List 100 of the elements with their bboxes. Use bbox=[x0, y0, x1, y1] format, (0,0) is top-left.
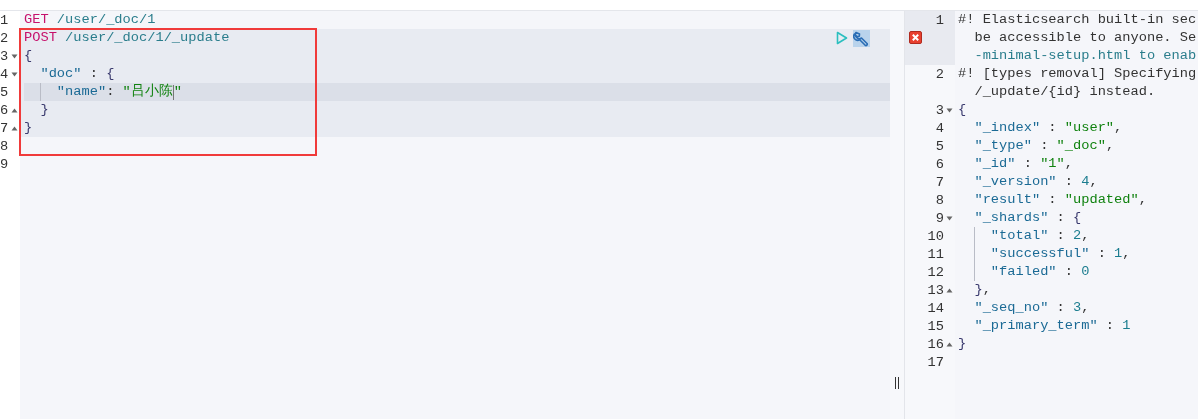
code-colon: : bbox=[1022, 155, 1033, 173]
json-string: "吕小陈 bbox=[122, 83, 173, 101]
code-brace: { bbox=[958, 101, 967, 119]
resize-handle-icon[interactable] bbox=[895, 377, 899, 389]
code-brace: { bbox=[106, 65, 115, 83]
json-number: 1 bbox=[1114, 245, 1123, 263]
line-number: 8 bbox=[0, 138, 9, 154]
json-key: "total" bbox=[990, 227, 1049, 245]
code-colon: : bbox=[88, 65, 99, 83]
request-url: /user/_doc/1 bbox=[55, 11, 156, 29]
code-comma: , bbox=[1122, 245, 1131, 263]
line-number: 13 bbox=[927, 282, 944, 298]
json-number: 4 bbox=[1081, 173, 1090, 191]
json-string: "user" bbox=[1064, 119, 1115, 137]
json-string: "_doc" bbox=[1056, 137, 1106, 155]
code-brace: } bbox=[24, 119, 33, 137]
json-key: "_seq_no" bbox=[974, 299, 1049, 317]
code-colon: : bbox=[106, 83, 116, 101]
code-comment: be accessible to anyone. Se bbox=[974, 29, 1197, 47]
json-key: "_id" bbox=[974, 155, 1016, 173]
line-number: 5 bbox=[935, 138, 944, 154]
code-colon: : bbox=[1055, 227, 1066, 245]
code-comment: #! Elasticsearch built-in sec bbox=[958, 11, 1197, 29]
code-comma: , bbox=[1081, 299, 1090, 317]
line-number: 2 bbox=[0, 30, 9, 46]
line-number: 17 bbox=[927, 354, 944, 370]
code-comma: , bbox=[1138, 191, 1147, 209]
fold-arrow-icon[interactable] bbox=[946, 287, 953, 293]
code-comma: , bbox=[1064, 155, 1074, 173]
json-key: "_primary_term" bbox=[974, 317, 1098, 335]
line-number: 15 bbox=[927, 318, 944, 334]
line-number: 14 bbox=[927, 300, 944, 316]
line-number: 3 bbox=[935, 102, 944, 118]
json-number: 3 bbox=[1073, 299, 1082, 317]
line-number: 1 bbox=[935, 12, 944, 28]
json-key: "_shards" bbox=[974, 209, 1049, 227]
json-string: "updated" bbox=[1064, 191, 1139, 209]
code-brace: { bbox=[1073, 209, 1082, 227]
line-number: 4 bbox=[935, 120, 944, 136]
json-number: 2 bbox=[1073, 227, 1082, 245]
code-comment: -minimal-setup.html to enab bbox=[974, 47, 1197, 65]
code-brace: } bbox=[958, 335, 967, 353]
line-number: 12 bbox=[927, 264, 944, 280]
code-colon: : bbox=[1096, 245, 1107, 263]
code-comment: /_update/{id} instead. bbox=[974, 83, 1156, 101]
json-key: "_index" bbox=[974, 119, 1041, 137]
code-colon: : bbox=[1047, 191, 1058, 209]
http-method: POST bbox=[24, 29, 57, 47]
code-comment: #! [types removal] Specifying bbox=[958, 65, 1197, 83]
json-key: "_version" bbox=[974, 173, 1057, 191]
http-method: GET bbox=[24, 11, 49, 29]
code-brace: { bbox=[24, 47, 33, 65]
wrench-icon[interactable] bbox=[853, 29, 870, 47]
code-colon: : bbox=[1047, 119, 1058, 137]
json-number: 1 bbox=[1122, 317, 1131, 335]
json-key: "doc" bbox=[40, 65, 82, 83]
line-number: 7 bbox=[935, 174, 944, 190]
code-colon: : bbox=[1063, 173, 1074, 191]
fold-arrow-icon[interactable] bbox=[946, 107, 953, 113]
line-number: 8 bbox=[935, 192, 944, 208]
line-number: 5 bbox=[0, 84, 9, 100]
code-comma: , bbox=[1081, 227, 1090, 245]
json-key: "result" bbox=[974, 191, 1041, 209]
line-number: 6 bbox=[0, 102, 9, 118]
request-url: /user/_doc/1/_update bbox=[64, 29, 230, 47]
fold-arrow-icon[interactable] bbox=[11, 107, 18, 113]
line-number: 3 bbox=[0, 48, 9, 64]
fold-arrow-icon[interactable] bbox=[11, 53, 18, 59]
code-comma: , bbox=[1114, 119, 1123, 137]
json-key: "name" bbox=[56, 83, 107, 101]
json-key: "successful" bbox=[990, 245, 1090, 263]
json-string: "1" bbox=[1040, 155, 1065, 173]
code-colon: : bbox=[1055, 299, 1066, 317]
line-number: 7 bbox=[0, 120, 9, 136]
fold-arrow-icon[interactable] bbox=[946, 215, 953, 221]
code-comma: , bbox=[1089, 173, 1098, 191]
code-colon: : bbox=[1063, 263, 1074, 281]
code-colon: : bbox=[1039, 137, 1050, 155]
json-string: " bbox=[173, 83, 182, 101]
fold-arrow-icon[interactable] bbox=[11, 125, 18, 131]
line-number: 4 bbox=[0, 66, 9, 82]
code-brace: } bbox=[974, 281, 983, 299]
json-key: "failed" bbox=[990, 263, 1057, 281]
code-colon: : bbox=[1055, 209, 1066, 227]
code-brace: } bbox=[40, 101, 49, 119]
line-number: 6 bbox=[935, 156, 944, 172]
code-comma: , bbox=[1105, 137, 1115, 155]
fold-arrow-icon[interactable] bbox=[946, 341, 953, 347]
code-colon: : bbox=[1104, 317, 1116, 335]
line-number: 16 bbox=[927, 336, 944, 352]
json-number: 0 bbox=[1081, 263, 1090, 281]
line-number: 10 bbox=[927, 228, 944, 244]
code-comma: , bbox=[982, 281, 991, 299]
fold-arrow-icon[interactable] bbox=[11, 71, 18, 77]
line-number: 9 bbox=[935, 210, 944, 226]
line-number: 9 bbox=[0, 156, 9, 172]
line-number: 11 bbox=[927, 246, 944, 262]
line-number: 2 bbox=[935, 66, 944, 82]
line-number: 1 bbox=[0, 12, 9, 28]
json-key: "_type" bbox=[974, 137, 1032, 155]
